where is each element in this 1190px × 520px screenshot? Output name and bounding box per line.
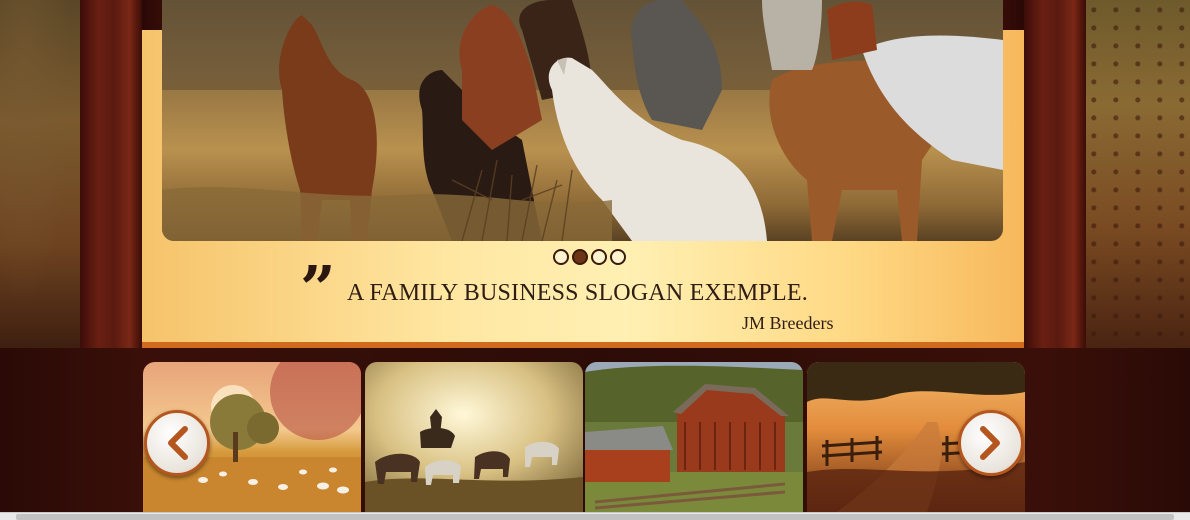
wood-frame-left <box>80 0 142 348</box>
quote-mark: ” <box>300 252 336 325</box>
hero-slide-image <box>162 0 1003 241</box>
background-landscape-left <box>0 0 80 348</box>
slider-pagination <box>553 249 626 265</box>
gallery-next-button[interactable] <box>958 410 1024 476</box>
slider-dot[interactable] <box>553 249 569 265</box>
chevron-right-icon <box>980 426 1000 460</box>
thumbnail-cowboy-herding-horses[interactable] <box>365 362 583 512</box>
slider-dot-active[interactable] <box>572 249 588 265</box>
slogan-author: JM Breeders <box>742 313 834 333</box>
slider-dot[interactable] <box>591 249 607 265</box>
wood-frame-right <box>1024 0 1086 348</box>
scrollbar-thumb[interactable] <box>16 514 1174 520</box>
slider-dot[interactable] <box>610 249 626 265</box>
slogan-text: A FAMILY BUSINESS SLOGAN EXEMPLE. <box>347 280 808 306</box>
gallery-prev-button[interactable] <box>144 410 210 476</box>
thumbnail-red-barn[interactable] <box>585 362 803 512</box>
background-landscape-right <box>1085 0 1190 348</box>
chevron-left-icon <box>168 426 188 460</box>
